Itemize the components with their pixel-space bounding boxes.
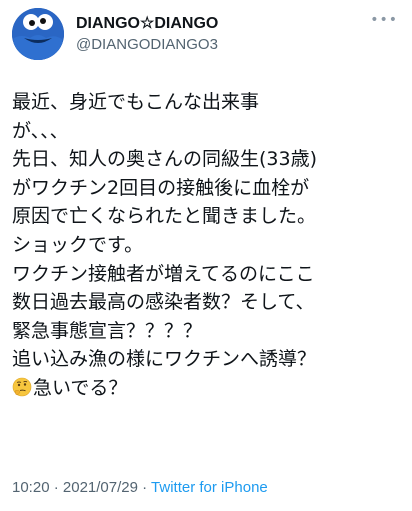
avatar[interactable] [12, 8, 64, 60]
tweet-text-line: が、、、 [12, 119, 69, 142]
tweet-meta: 10:20 · 2021/07/29 · Twitter for iPhone [12, 478, 268, 498]
tweet-text-last-words: 急いでる？ [33, 376, 128, 399]
tweet-date[interactable]: 2021/07/29 [63, 479, 138, 496]
tweet-text-line-last: 急いでる？ [12, 374, 404, 403]
tweet-text-line: 緊急事態宣言？？？？ [12, 319, 203, 342]
cookie-monster-avatar-icon [12, 8, 64, 60]
tweet-text-line: 原因で亡くなられたと聞きました。 [12, 205, 317, 228]
tweet-time[interactable]: 10:20 [12, 479, 50, 496]
meta-separator: · [49, 479, 63, 496]
more-options-icon[interactable]: ••• [370, 12, 398, 28]
tweet-text-line: 追い込み漁の様にワクチンへ誘導？ [12, 348, 317, 371]
meta-separator: · [137, 479, 152, 496]
tweet-text-line: 最近、身近でもこんな出来事 [12, 91, 260, 113]
tweet-text-line: がワクチン2回目の接触後に血栓が [12, 176, 310, 199]
tweet-text: 最近、身近でもこんな出来事 が、、、 先日、知人の奥さんの同級生(33歳) がワ… [12, 88, 404, 403]
tweet-source-link[interactable]: Twitter for iPhone [151, 479, 268, 496]
thinking-face-icon [12, 377, 32, 397]
tweet-text-line: ショックです。 [12, 233, 144, 256]
tweet-text-line: 数日過去最高の感染者数？そして、 [12, 291, 315, 314]
tweet-header: DIANGO☆DIANGO @DIANGODIANGO3 ••• [12, 8, 400, 64]
user-names: DIANGO☆DIANGO @DIANGODIANGO3 [76, 14, 218, 55]
tweet-text-line: 先日、知人の奥さんの同級生(33歳) [12, 148, 318, 171]
user-handle[interactable]: @DIANGODIANGO3 [76, 35, 218, 55]
tweet: DIANGO☆DIANGO @DIANGODIANGO3 ••• 最近、身近でも… [0, 0, 412, 511]
tweet-text-line: ワクチン接触者が増えてるのにここ [12, 262, 315, 285]
display-name[interactable]: DIANGO☆DIANGO [76, 14, 218, 34]
